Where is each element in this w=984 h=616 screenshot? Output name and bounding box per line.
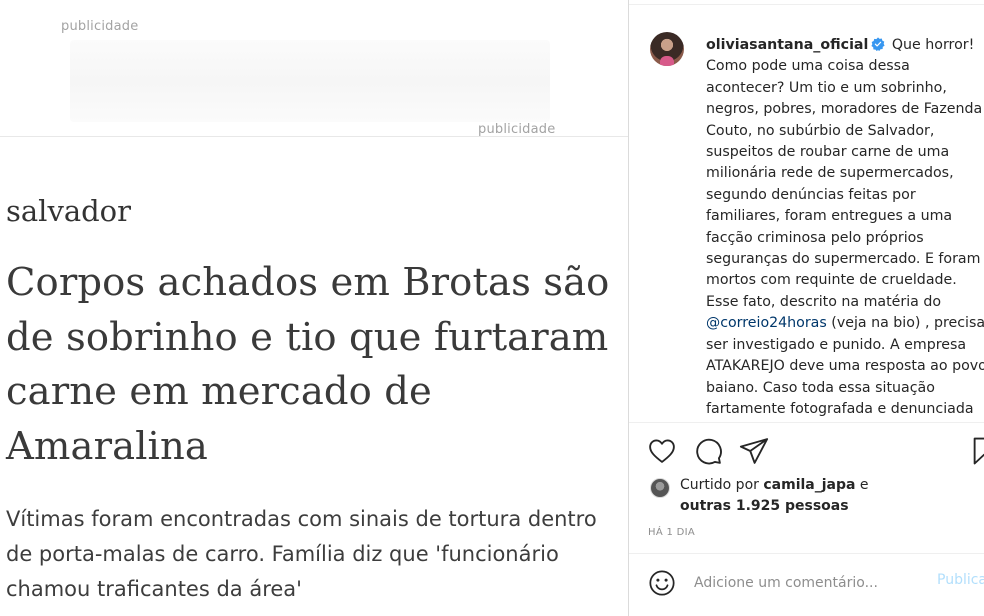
post-caption: oliviasantana_oficial Que horror! Como p… bbox=[706, 35, 984, 422]
emoji-icon[interactable] bbox=[648, 569, 676, 597]
verified-badge-icon bbox=[871, 37, 885, 51]
likes-others-count[interactable]: outras 1.925 pessoas bbox=[680, 498, 849, 514]
post-timestamp[interactable]: HÁ 1 DIA bbox=[648, 527, 695, 538]
liker-avatar[interactable] bbox=[650, 478, 670, 498]
heart-icon[interactable] bbox=[647, 436, 677, 466]
comment-icon[interactable] bbox=[693, 436, 723, 466]
comment-divider bbox=[629, 553, 984, 554]
comment-input[interactable] bbox=[694, 572, 924, 594]
post-side-panel: oliviasantana_oficial Que horror! Como p… bbox=[628, 0, 984, 616]
caption-text-part2: (veja na bio) , precisa ser investigado … bbox=[706, 315, 984, 417]
bookmark-icon[interactable] bbox=[969, 436, 984, 466]
caption-text-part1: Que horror! Como pode uma coisa dessa ac… bbox=[706, 37, 983, 310]
author-avatar[interactable] bbox=[650, 32, 684, 66]
caption-scroll-area[interactable]: oliviasantana_oficial Que horror! Como p… bbox=[629, 6, 984, 422]
actions-divider bbox=[629, 422, 984, 423]
likes-summary: Curtido por camila_japa e outras 1.925 p… bbox=[680, 475, 980, 517]
panel-top-strip bbox=[629, 0, 984, 5]
article-screenshot: publicidade publicidade salvador Corpos … bbox=[0, 0, 628, 616]
publish-button[interactable]: Publicar bbox=[937, 572, 984, 588]
author-username[interactable]: oliviasantana_oficial bbox=[706, 37, 868, 53]
ad-label-top: publicidade bbox=[61, 19, 139, 34]
liked-by-username[interactable]: camila_japa bbox=[763, 477, 855, 493]
ad-placeholder bbox=[70, 40, 550, 122]
likes-and: e bbox=[859, 477, 869, 493]
share-icon[interactable] bbox=[739, 436, 769, 466]
ad-label-bottom: publicidade bbox=[478, 122, 556, 137]
article-section: salvador bbox=[6, 194, 132, 228]
article-lead: Vítimas foram encontradas com sinais de … bbox=[6, 507, 597, 601]
likes-prefix: Curtido por bbox=[680, 477, 759, 493]
article-headline: Corpos achados em Brotas são de sobrinho… bbox=[6, 260, 610, 469]
mention-link[interactable]: @correio24horas bbox=[706, 315, 827, 331]
